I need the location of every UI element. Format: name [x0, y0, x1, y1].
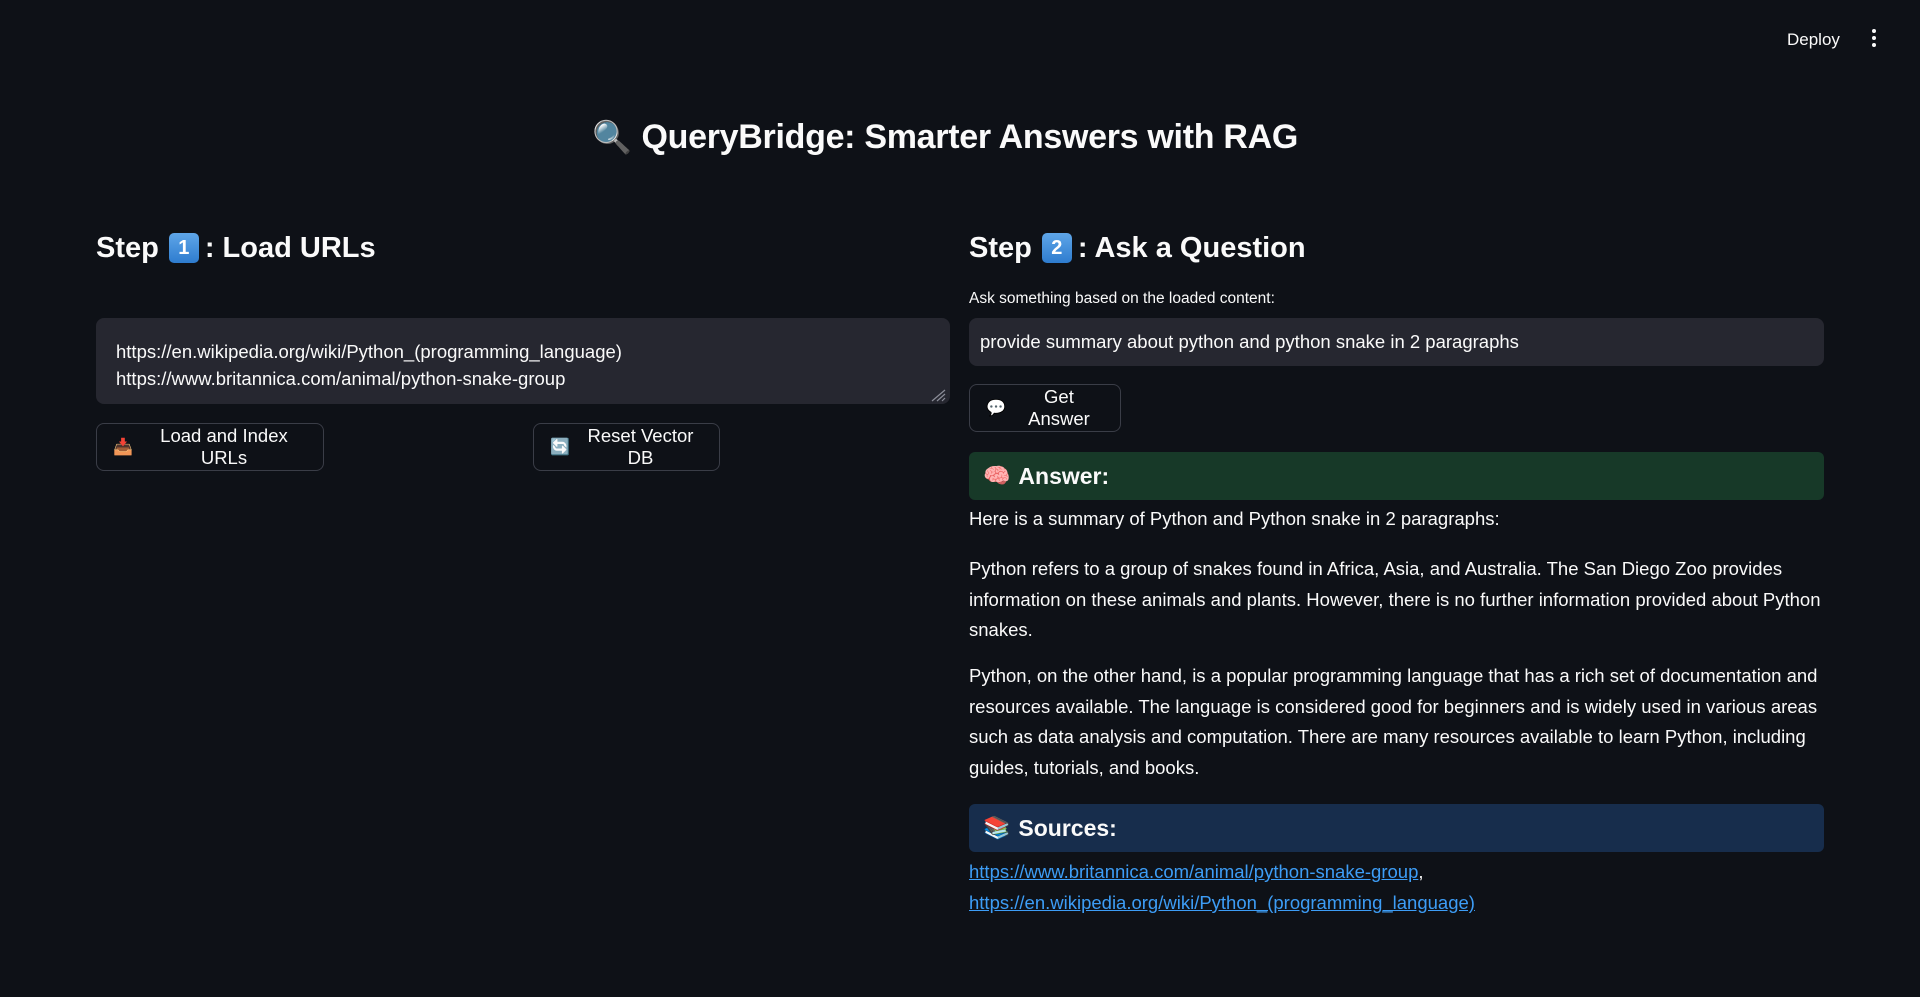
inbox-tray-icon: 📥	[113, 439, 133, 456]
brain-icon: 🧠	[983, 463, 1011, 488]
step2-heading: Step 2 : Ask a Question	[969, 226, 1824, 270]
load-index-button[interactable]: 📥 Load and Index URLs	[96, 423, 324, 471]
urls-textarea[interactable]: https://en.wikipedia.org/wiki/Python_(pr…	[96, 318, 950, 404]
answer-paragraph-2: Python, on the other hand, is a popular …	[969, 665, 1818, 778]
answer-header-text: Answer:	[1018, 462, 1110, 489]
step1-suffix: : Load URLs	[204, 232, 376, 264]
app-header: Deploy	[0, 0, 1920, 78]
source-link-britannica[interactable]: https://www.britannica.com/animal/python…	[969, 861, 1418, 882]
step2-prefix: Step	[969, 232, 1032, 264]
books-icon: 📚	[983, 815, 1011, 840]
step1-heading: Step 1 : Load URLs	[96, 226, 950, 270]
step1-prefix: Step	[96, 232, 159, 264]
source-link-wikipedia[interactable]: https://en.wikipedia.org/wiki/Python_(pr…	[969, 892, 1475, 913]
magnifier-icon: 🔍	[591, 119, 632, 155]
deploy-button[interactable]: Deploy	[1781, 28, 1846, 52]
page-title: 🔍 QueryBridge: Smarter Answers with RAG	[0, 118, 1890, 157]
url-line-1: https://en.wikipedia.org/wiki/Python_(pr…	[116, 341, 622, 362]
step1-column: Step 1 : Load URLs https://en.wikipedia.…	[96, 226, 950, 471]
sources-header: 📚 Sources:	[969, 804, 1824, 852]
answer-header: 🧠 Answer:	[969, 452, 1824, 500]
speech-bubble-icon: 💬	[986, 400, 1006, 417]
keycap-one-icon: 1	[168, 233, 199, 263]
source-separator: ,	[1418, 861, 1424, 882]
load-index-label: Load and Index URLs	[160, 425, 288, 468]
get-answer-button[interactable]: 💬 Get Answer	[969, 384, 1121, 432]
page-title-text: QueryBridge: Smarter Answers with RAG	[641, 118, 1299, 156]
question-input[interactable]: provide summary about python and python …	[969, 318, 1824, 366]
answer-intro: Here is a summary of Python and Python s…	[969, 508, 1500, 529]
step2-column: Step 2 : Ask a Question Ask something ba…	[969, 226, 1824, 913]
reset-vector-db-button[interactable]: 🔄 Reset Vector DB	[533, 423, 720, 471]
step2-suffix: : Ask a Question	[1077, 232, 1306, 264]
get-answer-label: Get Answer	[1028, 386, 1090, 429]
resize-grip-icon[interactable]	[927, 388, 947, 402]
sources-header-text: Sources:	[1018, 814, 1117, 841]
url-line-2: https://www.britannica.com/animal/python…	[116, 368, 566, 389]
refresh-icon: 🔄	[550, 439, 570, 456]
sources-list: https://www.britannica.com/animal/python…	[969, 856, 1824, 918]
keycap-two-icon: 2	[1041, 233, 1072, 263]
kebab-menu-icon[interactable]	[1866, 27, 1882, 51]
question-input-label: Ask something based on the loaded conten…	[969, 290, 1275, 307]
reset-vector-db-label: Reset Vector DB	[587, 425, 694, 468]
answer-paragraph-1: Python refers to a group of snakes found…	[969, 558, 1821, 640]
